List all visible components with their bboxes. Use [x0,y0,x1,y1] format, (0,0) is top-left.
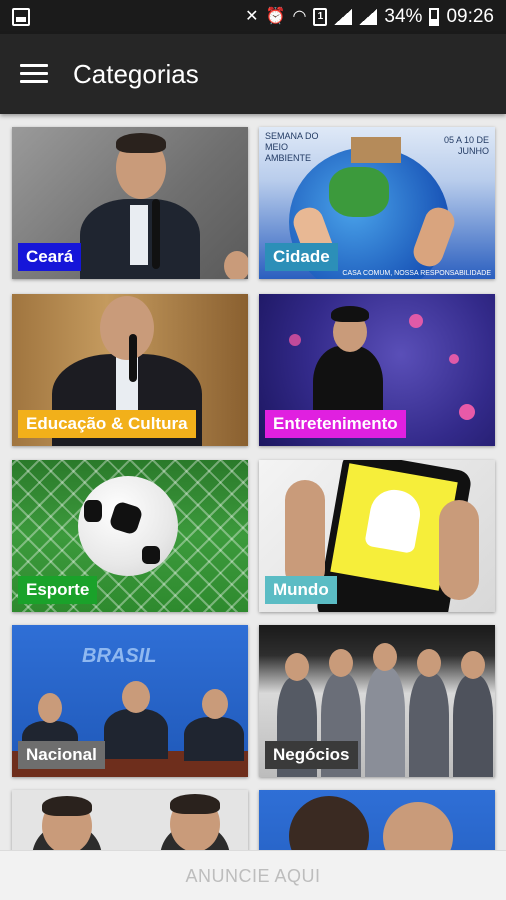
status-indicators: ✕ ⏰ ◠ 1 34% 09:26 [245,0,494,34]
partial-right-photo [259,790,495,850]
nacional-sign: BRASIL [82,645,157,667]
mute-icon: ✕ [245,8,259,25]
app-bar: Categorias [0,34,506,114]
category-card-entretenimento[interactable]: Entretenimento [259,294,495,446]
category-card-educacao-cultura[interactable]: Educação & Cultura [12,294,248,446]
category-label-esporte: Esporte [18,576,98,604]
category-grid: Ceará SEMANA DO MEIO AMBIENTE 05 A 10 DE… [0,114,506,850]
category-label-negocios: Negócios [265,741,358,769]
gallery-notification-icon [12,8,30,26]
clock: 09:26 [446,6,494,27]
category-card-cidade[interactable]: SEMANA DO MEIO AMBIENTE 05 A 10 DE JUNHO… [259,127,495,279]
category-label-educacao-cultura: Educação & Cultura [18,410,196,438]
category-card-ceara[interactable]: Ceará [12,127,248,279]
cidade-poster-right-text: 05 A 10 DE JUNHO [443,135,489,156]
wifi-icon: ◠ [292,8,307,25]
sim-icon: 1 [313,8,328,26]
cidade-poster-bottom-text: CASA COMUM, NOSSA RESPONSABILIDADE [342,270,491,277]
category-card-nacional[interactable]: BRASIL Nacional [12,625,248,777]
signal-strength-icon [359,9,378,25]
category-label-nacional: Nacional [18,741,105,769]
battery-icon [429,8,440,26]
page-title: Categorias [73,59,199,89]
category-card-esporte[interactable]: Esporte [12,460,248,612]
category-card-partial-left[interactable] [12,790,248,850]
battery-percent: 34% [384,6,423,27]
category-label-mundo: Mundo [265,576,337,604]
category-label-entretenimento: Entretenimento [265,410,406,438]
cidade-poster-left-text: SEMANA DO MEIO AMBIENTE [265,131,319,163]
hamburger-menu-icon[interactable] [20,62,48,84]
category-label-cidade: Cidade [265,243,338,271]
partial-left-photo [12,790,248,850]
category-card-mundo[interactable]: Mundo [259,460,495,612]
category-label-ceara: Ceará [18,243,82,271]
category-card-negocios[interactable]: Negócios [259,625,495,777]
status-bar: ✕ ⏰ ◠ 1 34% 09:26 [0,0,506,34]
alarm-icon: ⏰ [265,8,286,25]
ad-banner[interactable]: ANUNCIE AQUI [0,850,506,900]
signal-icon [334,9,353,25]
category-card-partial-right[interactable] [259,790,495,850]
